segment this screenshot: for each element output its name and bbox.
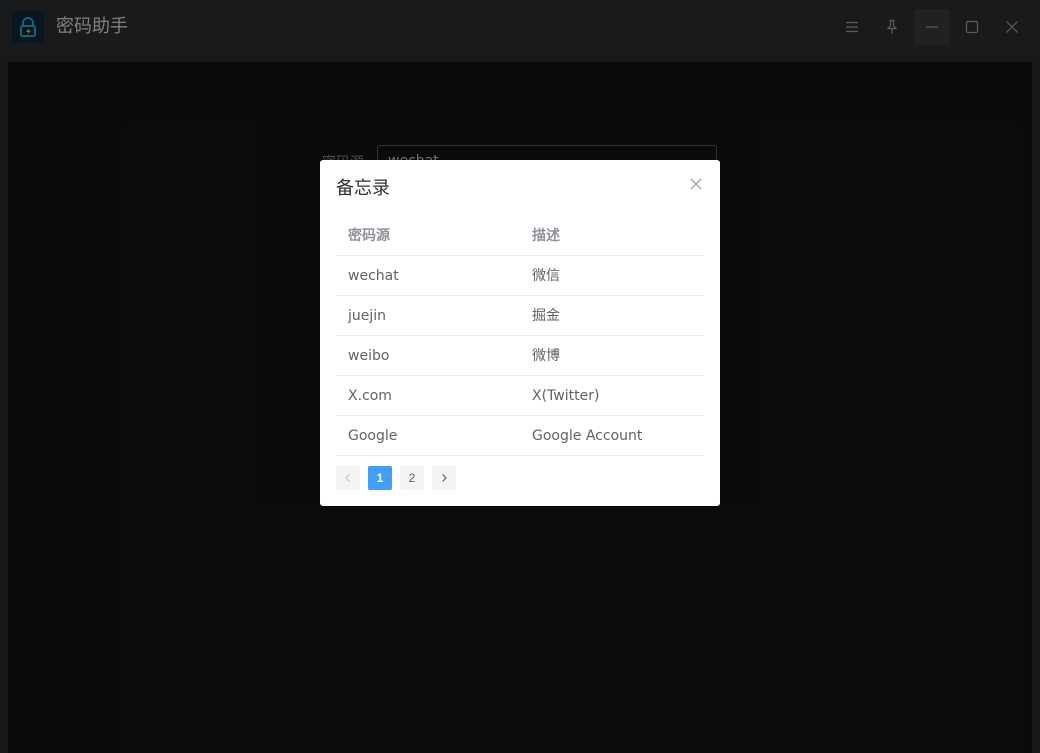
memo-table: 密码源 描述 wechat 微信 juejin 掘金 weibo 微博 X.co… xyxy=(336,216,704,456)
table-header-row: 密码源 描述 xyxy=(336,216,704,256)
cell-source: juejin xyxy=(348,307,387,324)
cell-description: Google Account xyxy=(532,427,643,444)
page-button-1[interactable]: 1 xyxy=(368,466,392,490)
cell-source: X.com xyxy=(348,387,392,404)
prev-page-button[interactable] xyxy=(336,466,360,490)
cell-description: 微博 xyxy=(532,347,560,364)
cell-description: X(Twitter) xyxy=(532,387,600,404)
column-header-source: 密码源 xyxy=(348,227,390,244)
close-icon xyxy=(690,178,702,190)
cell-description: 微信 xyxy=(532,267,560,284)
cell-source: Google xyxy=(348,427,398,444)
column-header-description: 描述 xyxy=(532,227,560,244)
cell-description: 掘金 xyxy=(532,307,560,324)
table-row[interactable]: Google Google Account xyxy=(336,416,704,456)
next-page-button[interactable] xyxy=(432,466,456,490)
page-button-2[interactable]: 2 xyxy=(400,466,424,490)
dialog-title: 备忘录 xyxy=(336,178,390,199)
chevron-left-icon xyxy=(345,474,350,482)
chevron-right-icon xyxy=(442,474,447,482)
table-row[interactable]: wechat 微信 xyxy=(336,256,704,296)
pagination: 1 2 xyxy=(336,466,464,490)
table-row[interactable]: X.com X(Twitter) xyxy=(336,376,704,416)
cell-source: wechat xyxy=(348,267,399,284)
dialog-close-button[interactable] xyxy=(686,174,706,194)
memo-dialog: 备忘录 密码源 描述 wechat 微信 juejin 掘金 weibo 微博 … xyxy=(320,160,720,506)
cell-source: weibo xyxy=(348,347,390,364)
table-row[interactable]: juejin 掘金 xyxy=(336,296,704,336)
table-row[interactable]: weibo 微博 xyxy=(336,336,704,376)
